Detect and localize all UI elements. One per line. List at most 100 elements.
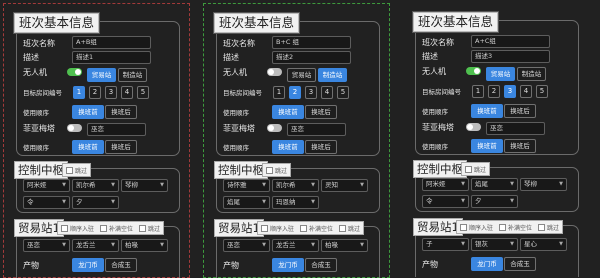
drone-target-button[interactable]: 制造站	[517, 67, 546, 81]
description-input[interactable]: 描述2	[272, 51, 351, 64]
product-button[interactable]: 龙门币	[272, 258, 304, 272]
trade-option-checkbox[interactable]: 顺序入驻	[258, 224, 297, 233]
operator-select[interactable]: 龙舌兰 ▼	[72, 239, 119, 252]
drone-target-button[interactable]: 贸易站	[486, 67, 515, 81]
operator-select[interactable]: 巫恋 ▼	[23, 239, 70, 252]
target-room-button[interactable]: 4	[121, 86, 133, 99]
operator-select[interactable]: 诗怀雅 ▼	[223, 179, 270, 192]
target-room-button[interactable]: 3	[105, 86, 117, 99]
product-button[interactable]: 合成玉	[105, 258, 137, 272]
fiammetta-order-button[interactable]: 换班后	[504, 139, 536, 153]
shift-name-input[interactable]: A+C组	[471, 35, 550, 48]
operator-select[interactable]: 焰尾 ▼	[471, 178, 518, 191]
checkbox-box[interactable]	[538, 223, 546, 231]
trade-option-checkbox[interactable]: 补满空位	[97, 224, 136, 233]
description-input[interactable]: 描述3	[471, 50, 550, 63]
product-button[interactable]: 合成玉	[305, 258, 337, 272]
operator-select[interactable]: 凯尔希 ▼	[272, 179, 319, 192]
shift-name-input[interactable]: A+B组	[72, 36, 151, 49]
description-input[interactable]: 描述1	[72, 51, 151, 64]
fiammetta-target-input[interactable]: 巫恋	[87, 123, 146, 136]
fiammetta-toggle[interactable]	[466, 123, 481, 131]
drone-target-button[interactable]: 贸易站	[287, 68, 316, 82]
skip-checkbox[interactable]: 跳过	[462, 165, 489, 174]
operator-select[interactable]: 令 ▼	[422, 195, 469, 208]
target-room-button[interactable]: 3	[305, 86, 317, 99]
operator-select[interactable]: 阿米娅 ▼	[422, 178, 469, 191]
trade-option-checkbox[interactable]: 顺序入驻	[457, 223, 496, 232]
checkbox-box[interactable]	[465, 165, 472, 173]
target-room-button[interactable]: 4	[520, 85, 532, 98]
target-room-button[interactable]: 5	[536, 85, 548, 98]
skip-checkbox[interactable]: 跳过	[263, 166, 290, 175]
fiammetta-order-button[interactable]: 换班前	[471, 139, 503, 153]
checkbox-box[interactable]	[139, 224, 147, 232]
trade-option-checkbox[interactable]: 顺序入驻	[58, 224, 97, 233]
fiammetta-order-button[interactable]: 换班前	[72, 140, 104, 154]
checkbox-box[interactable]	[339, 224, 347, 232]
drone-toggle[interactable]	[67, 68, 82, 76]
checkbox-box[interactable]	[266, 166, 273, 174]
target-room-button[interactable]: 1	[472, 85, 484, 98]
fiammetta-toggle[interactable]	[267, 124, 282, 132]
fiammetta-order-button[interactable]: 换班后	[105, 140, 137, 154]
target-room-button[interactable]: 1	[273, 86, 285, 99]
operator-select[interactable]: 龙舌兰 ▼	[272, 239, 319, 252]
operator-select[interactable]: 巫恋 ▼	[223, 239, 270, 252]
operator-select[interactable]: 焰尾 ▼	[223, 196, 270, 209]
trade-option-checkbox[interactable]: 跳过	[136, 224, 163, 233]
order-button[interactable]: 换班后	[305, 105, 337, 119]
drone-toggle[interactable]	[466, 67, 481, 75]
drone-target-button[interactable]: 制造站	[118, 68, 147, 82]
operator-select[interactable]: 凯尔希 ▼	[72, 179, 119, 192]
operator-select[interactable]: 星心 ▼	[520, 238, 567, 251]
checkbox-box[interactable]	[100, 224, 108, 232]
operator-select[interactable]: 琴柳 ▼	[121, 179, 168, 192]
fiammetta-order-button[interactable]: 换班前	[272, 140, 304, 154]
skip-checkbox[interactable]: 跳过	[63, 166, 90, 175]
checkbox-box[interactable]	[300, 224, 308, 232]
fiammetta-target-input[interactable]: 巫恋	[486, 122, 545, 135]
drone-target-button[interactable]: 贸易站	[87, 68, 116, 82]
checkbox-box[interactable]	[499, 223, 507, 231]
operator-select[interactable]: 柏喙 ▼	[121, 239, 168, 252]
target-room-button[interactable]: 2	[289, 86, 301, 99]
shift-name-input[interactable]: B+C 组	[272, 36, 351, 49]
operator-select[interactable]: 琴柳 ▼	[520, 178, 567, 191]
target-room-button[interactable]: 2	[488, 85, 500, 98]
operator-select[interactable]: 玛恩纳 ▼	[272, 196, 319, 209]
operator-select[interactable]: 阿米娅 ▼	[23, 179, 70, 192]
order-button[interactable]: 换班前	[72, 105, 104, 119]
fiammetta-order-button[interactable]: 换班后	[305, 140, 337, 154]
target-room-button[interactable]: 5	[337, 86, 349, 99]
checkbox-box[interactable]	[61, 224, 68, 232]
order-button[interactable]: 换班前	[272, 105, 304, 119]
operator-select[interactable]: 夕 ▼	[471, 195, 518, 208]
order-button[interactable]: 换班后	[105, 105, 137, 119]
target-room-button[interactable]: 1	[73, 86, 85, 99]
operator-select[interactable]: 银灰 ▼	[471, 238, 518, 251]
order-button[interactable]: 换班后	[504, 104, 536, 118]
trade-option-checkbox[interactable]: 补满空位	[496, 223, 535, 232]
product-button[interactable]: 龙门币	[72, 258, 104, 272]
target-room-button[interactable]: 4	[321, 86, 333, 99]
target-room-button[interactable]: 3	[504, 85, 516, 98]
drone-target-button[interactable]: 制造站	[318, 68, 347, 82]
product-button[interactable]: 合成玉	[504, 257, 536, 271]
operator-select[interactable]: 子 ▼	[422, 238, 469, 251]
trade-option-checkbox[interactable]: 跳过	[535, 223, 562, 232]
target-room-button[interactable]: 2	[89, 86, 101, 99]
operator-select[interactable]: 令 ▼	[23, 196, 70, 209]
checkbox-box[interactable]	[66, 166, 73, 174]
order-button[interactable]: 换班前	[471, 104, 503, 118]
fiammetta-target-input[interactable]: 巫恋	[287, 123, 346, 136]
target-room-button[interactable]: 5	[137, 86, 149, 99]
operator-select[interactable]: 柏喙 ▼	[321, 239, 368, 252]
fiammetta-toggle[interactable]	[67, 124, 82, 132]
trade-option-checkbox[interactable]: 补满空位	[297, 224, 336, 233]
drone-toggle[interactable]	[267, 68, 282, 76]
trade-option-checkbox[interactable]: 跳过	[336, 224, 363, 233]
checkbox-box[interactable]	[460, 223, 467, 231]
operator-select[interactable]: 夕 ▼	[72, 196, 119, 209]
checkbox-box[interactable]	[261, 224, 268, 232]
